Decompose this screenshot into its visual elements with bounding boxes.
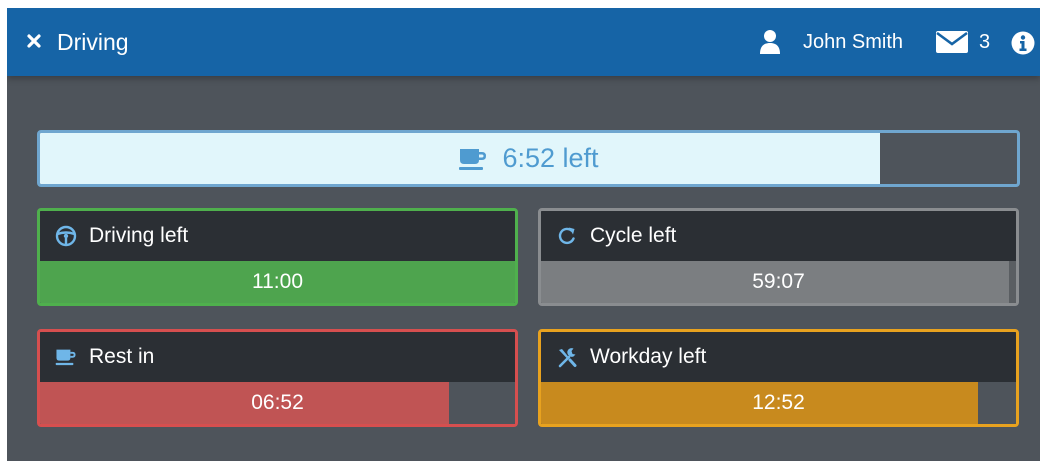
cycle-refresh-icon xyxy=(558,227,575,245)
tools-icon xyxy=(558,348,577,368)
card-value: 11:00 xyxy=(252,270,303,293)
card-value: 12:52 xyxy=(752,391,805,414)
info-icon xyxy=(1011,31,1035,55)
break-timer-label-group: 6:52 left xyxy=(40,133,1017,184)
card-header: Driving left xyxy=(40,211,515,261)
card-progress-bar: 11:00 xyxy=(40,261,515,303)
coffee-cup-icon xyxy=(459,148,487,170)
card-header: Cycle left xyxy=(541,211,1016,261)
page-title: Driving xyxy=(57,29,129,55)
cycle-left-card: Cycle left 59:07 xyxy=(538,208,1019,306)
driving-left-card: Driving left 11:00 xyxy=(37,208,518,306)
info-button[interactable] xyxy=(1011,31,1035,55)
card-progress-bar: 59:07 xyxy=(541,261,1016,303)
card-value: 06:52 xyxy=(251,391,304,414)
break-timer-text: 6:52 left xyxy=(502,143,599,173)
close-icon xyxy=(27,34,41,48)
workday-left-card: Workday left 12:52 xyxy=(538,329,1019,427)
card-header: Workday left xyxy=(541,332,1016,382)
user-name: John Smith xyxy=(803,31,904,53)
card-label: Driving left xyxy=(89,224,189,247)
close-button[interactable] xyxy=(23,30,45,52)
hos-app: Driving John Smith 3 6:52 left Driving l… xyxy=(7,8,1040,461)
user-menu[interactable]: John Smith xyxy=(759,25,903,59)
card-label: Workday left xyxy=(590,345,707,368)
message-count-badge: 3 xyxy=(979,31,991,53)
card-value: 59:07 xyxy=(752,270,805,293)
card-label: Cycle left xyxy=(590,224,677,247)
coffee-cup-icon xyxy=(55,349,76,366)
break-timer-bar: 6:52 left xyxy=(37,130,1020,187)
card-header: Rest in xyxy=(40,332,515,382)
top-bar: Driving John Smith 3 xyxy=(7,8,1040,76)
card-label: Rest in xyxy=(89,345,155,368)
user-icon xyxy=(760,30,780,54)
envelope-icon xyxy=(936,31,968,53)
card-progress-bar: 06:52 xyxy=(40,382,515,424)
card-progress-bar: 12:52 xyxy=(541,382,1016,424)
rest-in-card: Rest in 06:52 xyxy=(37,329,518,427)
messages-button[interactable]: 3 xyxy=(935,25,990,59)
steering-wheel-icon xyxy=(55,225,77,247)
